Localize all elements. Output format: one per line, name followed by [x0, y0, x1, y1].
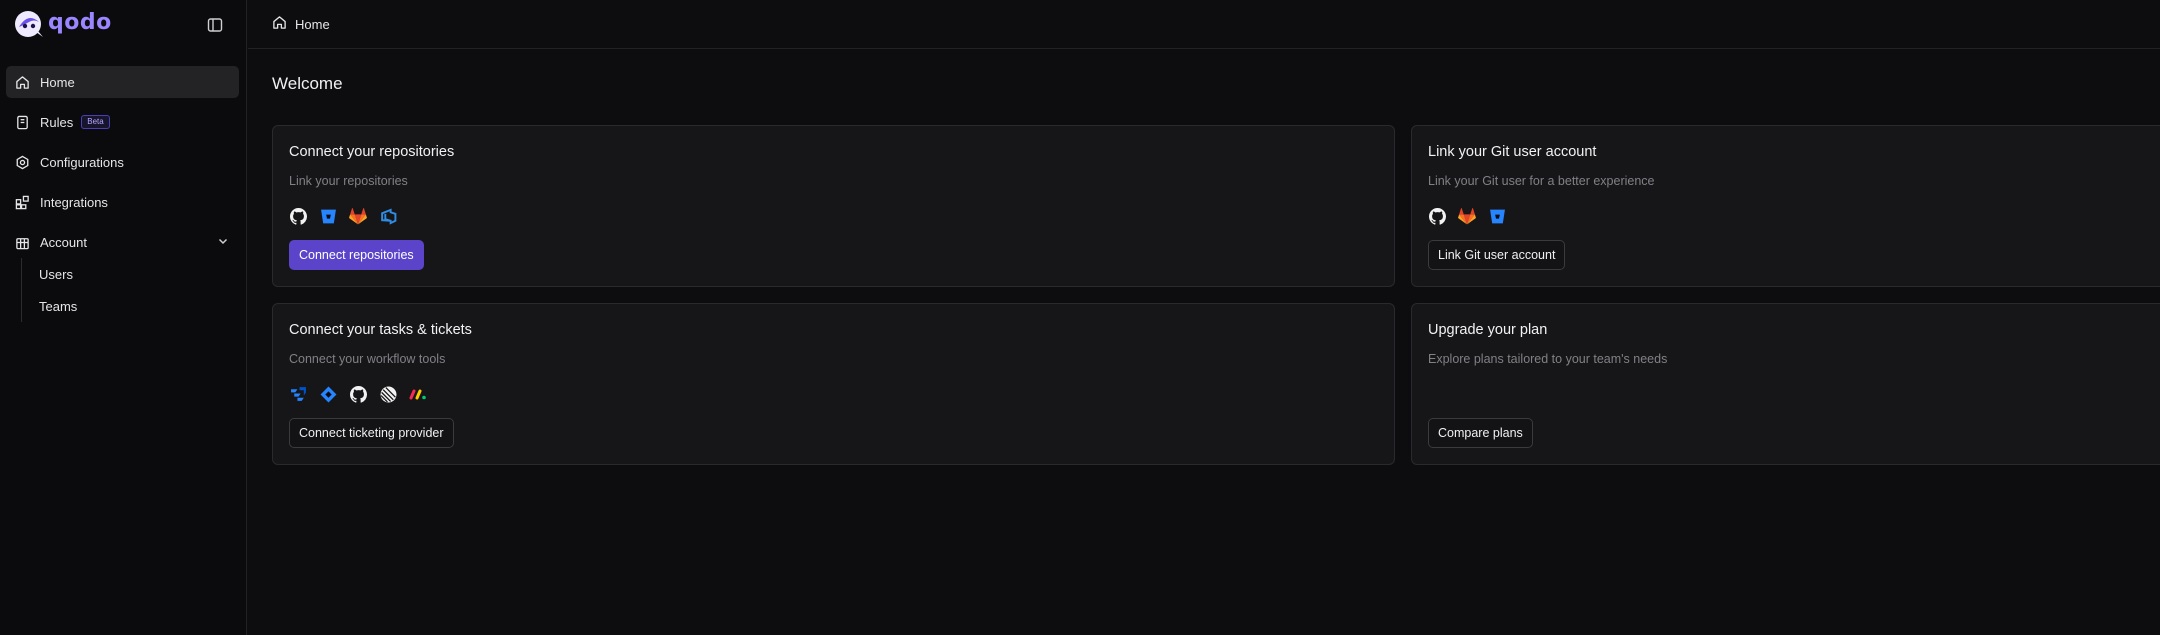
building-icon — [14, 234, 30, 250]
card-subtitle: Explore plans tailored to your team's ne… — [1428, 352, 1668, 366]
linear-icon[interactable] — [379, 385, 397, 403]
brand-name: qodo — [48, 10, 112, 35]
connect-tickets-card: Connect your tasks & tickets Connect you… — [272, 303, 1395, 465]
integrations-icon — [14, 194, 30, 210]
breadcrumb[interactable]: Home — [272, 15, 330, 33]
sidebar-toggle-button[interactable] — [204, 14, 226, 36]
chevron-down-icon — [217, 235, 229, 250]
github-icon[interactable] — [289, 207, 307, 225]
rules-icon — [14, 114, 30, 130]
sidebar-item-teams[interactable]: Teams — [39, 290, 77, 322]
account-subnav: Users Teams — [21, 258, 77, 322]
bitbucket-icon[interactable] — [1488, 207, 1506, 225]
card-title: Upgrade your plan — [1428, 322, 1548, 338]
sidebar-item-users[interactable]: Users — [39, 258, 77, 290]
home-icon — [272, 15, 287, 33]
connect-ticketing-provider-button[interactable]: Connect ticketing provider — [289, 418, 454, 448]
top-bar: Home — [248, 0, 2160, 49]
link-git-account-button[interactable]: Link Git user account — [1428, 240, 1566, 270]
card-title: Link your Git user account — [1428, 144, 1597, 160]
azure-devops-icon[interactable] — [379, 207, 397, 225]
sidebar-item-label: Configurations — [40, 154, 124, 170]
sidebar-item-account[interactable]: Account — [6, 226, 239, 258]
card-title: Connect your tasks & tickets — [289, 322, 472, 338]
breadcrumb-label: Home — [295, 16, 330, 32]
bitbucket-icon[interactable] — [319, 207, 337, 225]
page-title: Welcome — [272, 74, 343, 93]
connect-repositories-button[interactable]: Connect repositories — [289, 240, 424, 270]
provider-icons — [1428, 207, 1506, 225]
settings-icon — [14, 154, 30, 170]
sidebar-item-label: Account — [40, 234, 87, 250]
card-subtitle: Link your repositories — [289, 174, 408, 188]
qodo-logo[interactable]: qodo — [14, 10, 112, 38]
qodo-logo-icon — [15, 11, 43, 37]
link-git-account-card: Link your Git user account Link your Git… — [1411, 125, 2160, 287]
sidebar-item-configurations[interactable]: Configurations — [6, 146, 239, 178]
card-subtitle: Connect your workflow tools — [289, 352, 446, 366]
home-icon — [14, 74, 30, 90]
sidebar: qodo Home Rules Beta Configurations Inte… — [0, 0, 247, 635]
sidebar-item-label: Home — [40, 74, 75, 90]
gitlab-icon[interactable] — [349, 207, 367, 225]
github-icon[interactable] — [1428, 207, 1446, 225]
gitlab-icon[interactable] — [1458, 207, 1476, 225]
monday-icon[interactable] — [409, 385, 427, 403]
beta-badge: Beta — [81, 115, 110, 129]
sidebar-item-label: Rules — [40, 114, 74, 130]
github-icon[interactable] — [349, 385, 367, 403]
upgrade-plan-card: Upgrade your plan Explore plans tailored… — [1411, 303, 2160, 465]
provider-icons — [289, 385, 427, 403]
card-title: Connect your repositories — [289, 144, 455, 160]
sidebar-nav: Home Rules Beta Configurations Integrati… — [6, 66, 239, 266]
connect-repositories-card: Connect your repositories Link your repo… — [272, 125, 1395, 287]
sidebar-toggle-icon — [207, 18, 223, 32]
jira-icon[interactable] — [289, 385, 307, 403]
sidebar-item-rules[interactable]: Rules Beta — [6, 106, 239, 138]
provider-icons — [289, 207, 397, 225]
sidebar-item-home[interactable]: Home — [6, 66, 239, 98]
sidebar-item-label: Integrations — [40, 194, 108, 210]
compare-plans-button[interactable]: Compare plans — [1428, 418, 1533, 448]
card-subtitle: Link your Git user for a better experien… — [1428, 174, 1655, 188]
jira-diamond-icon[interactable] — [319, 385, 337, 403]
sidebar-item-integrations[interactable]: Integrations — [6, 186, 239, 218]
